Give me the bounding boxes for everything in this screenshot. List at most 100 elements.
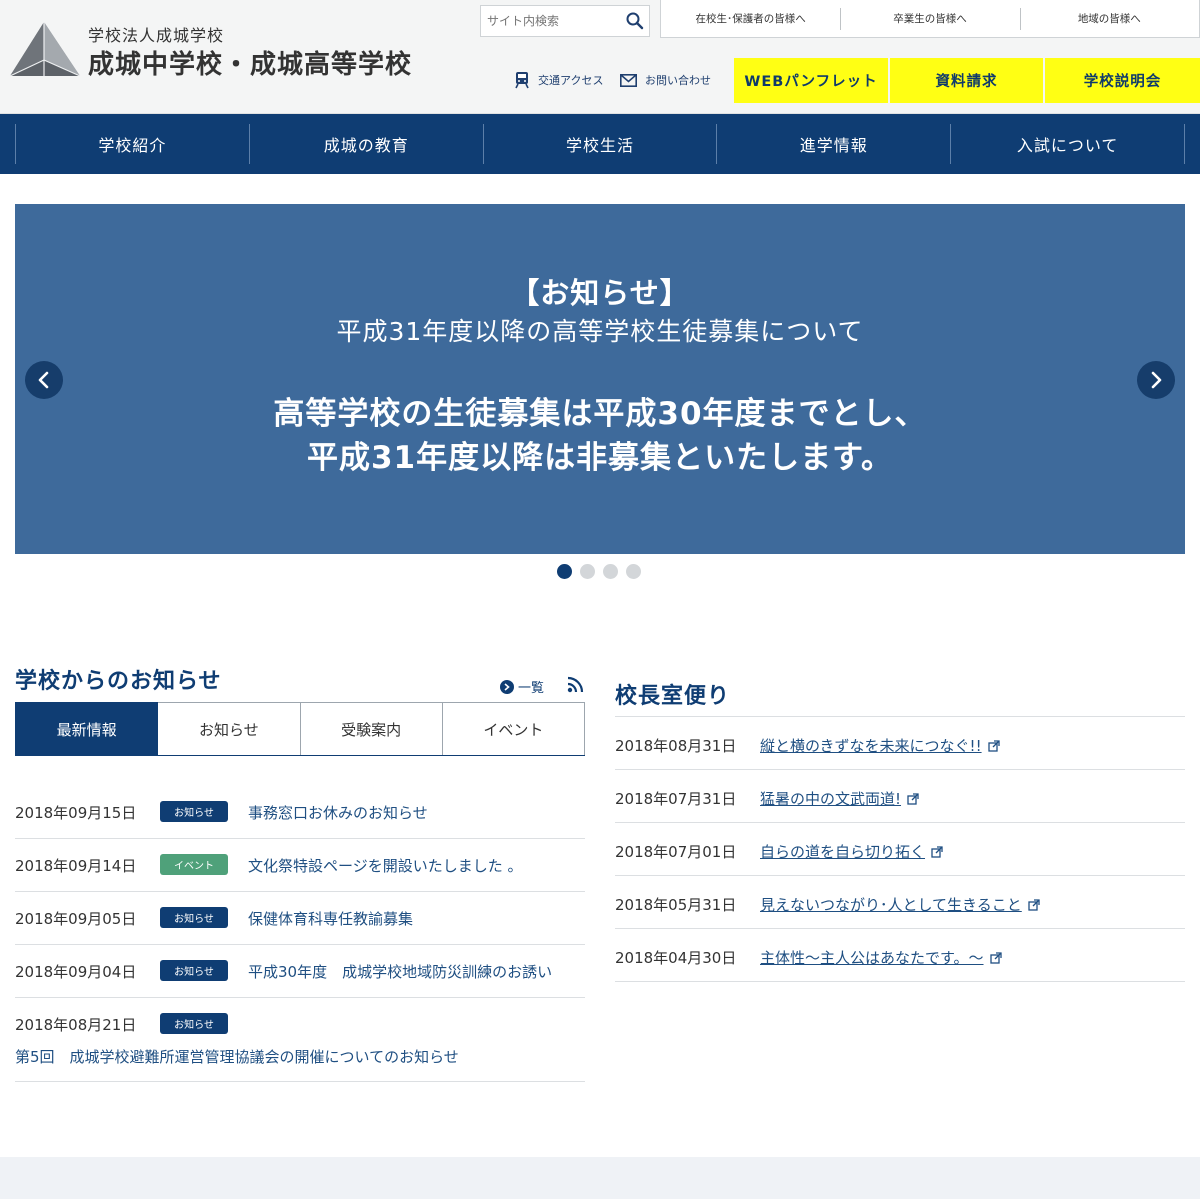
search-input[interactable] <box>487 10 617 32</box>
slider-dot[interactable] <box>580 564 595 579</box>
principal-section-title: 校長室便り <box>615 684 731 709</box>
search-icon[interactable] <box>625 11 645 31</box>
mail-icon <box>620 73 637 87</box>
external-link-icon <box>1028 898 1040 911</box>
site-search <box>480 5 650 37</box>
tab-exam-guide[interactable]: 受験案内 <box>300 702 443 756</box>
news-item: 2018年09月05日 お知らせ 保健体育科専任教諭募集 <box>15 892 585 945</box>
news-title-link[interactable]: 平成30年度 成城学校地域防災訓練のお誘い <box>248 961 552 982</box>
hero-heading: 【お知らせ】 <box>510 276 690 310</box>
audience-link-graduates[interactable]: 卒業生の皆様へ <box>840 0 1019 37</box>
principal-post-link[interactable]: 主体性～主人公はあなたです。～ <box>760 947 1002 968</box>
school-briefing-button[interactable]: 学校説明会 <box>1045 58 1200 103</box>
school-emblem-icon <box>10 22 81 77</box>
principal-item: 2018年07月01日 自らの道を自ら切り拓く <box>615 823 1185 876</box>
principal-date: 2018年07月01日 <box>615 843 737 861</box>
news-item: 2018年09月04日 お知らせ 平成30年度 成城学校地域防災訓練のお誘い <box>15 945 585 998</box>
news-title-link[interactable]: 第5回 成城学校避難所運営管理協議会の開催についてのお知らせ <box>15 1046 459 1067</box>
external-link-icon <box>987 739 1000 752</box>
news-title-link[interactable]: 事務窓口お休みのお知らせ <box>248 802 428 823</box>
principal-date: 2018年04月30日 <box>615 949 737 967</box>
slider-next-button[interactable] <box>1137 361 1175 399</box>
category-badge: お知らせ <box>160 1013 228 1034</box>
tab-latest[interactable]: 最新情報 <box>15 702 159 756</box>
hero-message-line1: 高等学校の生徒募集は平成30年度までとし、 <box>273 396 927 432</box>
contact-link[interactable]: お問い合わせ <box>620 70 711 90</box>
logo-subtitle: 学校法人成城学校 <box>88 26 225 45</box>
external-link-icon <box>989 951 1002 964</box>
contact-label: お問い合わせ <box>645 74 711 87</box>
tab-notices[interactable]: お知らせ <box>158 702 301 756</box>
slider-dot[interactable] <box>626 564 641 579</box>
news-item: 2018年09月15日 お知らせ 事務窓口お休みのお知らせ <box>15 786 585 839</box>
arrow-circle-icon <box>500 679 514 694</box>
news-date: 2018年09月04日 <box>15 963 137 981</box>
news-date: 2018年09月15日 <box>15 804 137 822</box>
news-date: 2018年09月14日 <box>15 857 137 875</box>
audience-link-community[interactable]: 地域の皆様へ <box>1019 0 1199 37</box>
logo-title: 成城中学校・成城高等学校 <box>88 50 413 80</box>
news-section-title: 学校からのお知らせ <box>15 669 222 694</box>
principal-post-link[interactable]: 縦と横のきずなを未来につなぐ!! <box>760 735 1000 756</box>
cta-buttons: WEBパンフレット 資料請求 学校説明会 <box>734 58 1200 103</box>
principal-post-title: 見えないつながり･人として生きること <box>760 896 1022 914</box>
principal-post-title: 主体性～主人公はあなたです。～ <box>760 949 984 967</box>
external-link-icon <box>931 845 943 858</box>
web-pamphlet-button[interactable]: WEBパンフレット <box>734 58 888 103</box>
request-materials-button[interactable]: 資料請求 <box>890 58 1043 103</box>
train-icon <box>515 72 529 89</box>
category-badge: お知らせ <box>160 960 228 981</box>
principal-item: 2018年08月31日 縦と横のきずなを未来につなぐ!! <box>615 717 1185 770</box>
news-list-link[interactable]: 一覧 <box>500 677 544 696</box>
principal-post-title: 縦と横のきずなを未来につなぐ!! <box>760 737 982 755</box>
slider-prev-button[interactable] <box>25 361 63 399</box>
audience-links: 在校生･保護者の皆様へ 卒業生の皆様へ 地域の皆様へ <box>660 0 1200 38</box>
hero-message-line2: 平成31年度以降は非募集といたします。 <box>306 440 894 476</box>
slider-pagination <box>557 564 649 580</box>
principal-item: 2018年07月31日 猛暑の中の文武両道! <box>615 770 1185 823</box>
access-link[interactable]: 交通アクセス <box>514 70 603 90</box>
principal-date: 2018年07月31日 <box>615 790 737 808</box>
nav-item-career[interactable]: 進学情報 <box>717 124 952 164</box>
nav-item-admissions[interactable]: 入試について <box>951 124 1185 164</box>
access-label: 交通アクセス <box>538 74 604 87</box>
hero-slider: 【お知らせ】 平成31年度以降の高等学校生徒募集について 高等学校の生徒募集は平… <box>15 204 1185 554</box>
principal-post-title: 猛暑の中の文武両道! <box>760 790 902 808</box>
principal-item: 2018年05月31日 見えないつながり･人として生きること <box>615 876 1185 929</box>
hero-subheading: 平成31年度以降の高等学校生徒募集について <box>336 317 864 346</box>
chevron-left-icon <box>38 371 49 389</box>
principal-post-link[interactable]: 猛暑の中の文武両道! <box>760 788 919 809</box>
nav-item-school-life[interactable]: 学校生活 <box>484 124 718 164</box>
site-logo[interactable]: 学校法人成城学校 成城中学校・成城高等学校 <box>10 20 450 82</box>
category-badge: お知らせ <box>160 801 228 822</box>
news-item: 2018年09月14日 イベント 文化祭特設ページを開設いたしました 。 <box>15 839 585 892</box>
news-tabs: 最新情報 お知らせ 受験案内 イベント <box>15 702 585 756</box>
category-badge: イベント <box>160 854 228 875</box>
audience-link-students-parents[interactable]: 在校生･保護者の皆様へ <box>661 0 840 37</box>
news-list-label: 一覧 <box>518 681 545 696</box>
news-date: 2018年09月05日 <box>15 910 137 928</box>
principal-post-link[interactable]: 見えないつながり･人として生きること <box>760 894 1040 915</box>
news-title-link[interactable]: 文化祭特設ページを開設いたしました 。 <box>248 855 522 876</box>
rss-icon[interactable] <box>567 676 584 693</box>
category-badge: お知らせ <box>160 907 228 928</box>
slider-dot[interactable] <box>603 564 618 579</box>
news-date: 2018年08月21日 <box>15 1016 137 1034</box>
chevron-right-icon <box>1151 371 1162 389</box>
principal-post-link[interactable]: 自らの道を自ら切り拓く <box>760 841 943 862</box>
news-item: 2018年08月21日 お知らせ 第5回 成城学校避難所運営管理協議会の開催につ… <box>15 998 585 1082</box>
tab-events[interactable]: イベント <box>442 702 585 756</box>
global-nav: 学校紹介 成城の教育 学校生活 進学情報 入試について <box>0 114 1200 174</box>
nav-item-education[interactable]: 成城の教育 <box>250 124 484 164</box>
tabs-underline <box>15 755 585 756</box>
principal-date: 2018年08月31日 <box>615 737 737 755</box>
principal-date: 2018年05月31日 <box>615 896 737 914</box>
external-link-icon <box>907 792 919 805</box>
principal-post-title: 自らの道を自ら切り拓く <box>760 843 926 861</box>
principal-item: 2018年04月30日 主体性～主人公はあなたです。～ <box>615 929 1185 982</box>
slider-dot[interactable] <box>557 564 572 579</box>
news-title-link[interactable]: 保健体育科専任教諭募集 <box>248 908 413 929</box>
nav-item-school-intro[interactable]: 学校紹介 <box>16 124 250 164</box>
footer-band <box>0 1157 1200 1199</box>
site-header: 学校法人成城学校 成城中学校・成城高等学校 在校生･保護者の皆様へ 卒業生の皆様… <box>0 0 1200 114</box>
